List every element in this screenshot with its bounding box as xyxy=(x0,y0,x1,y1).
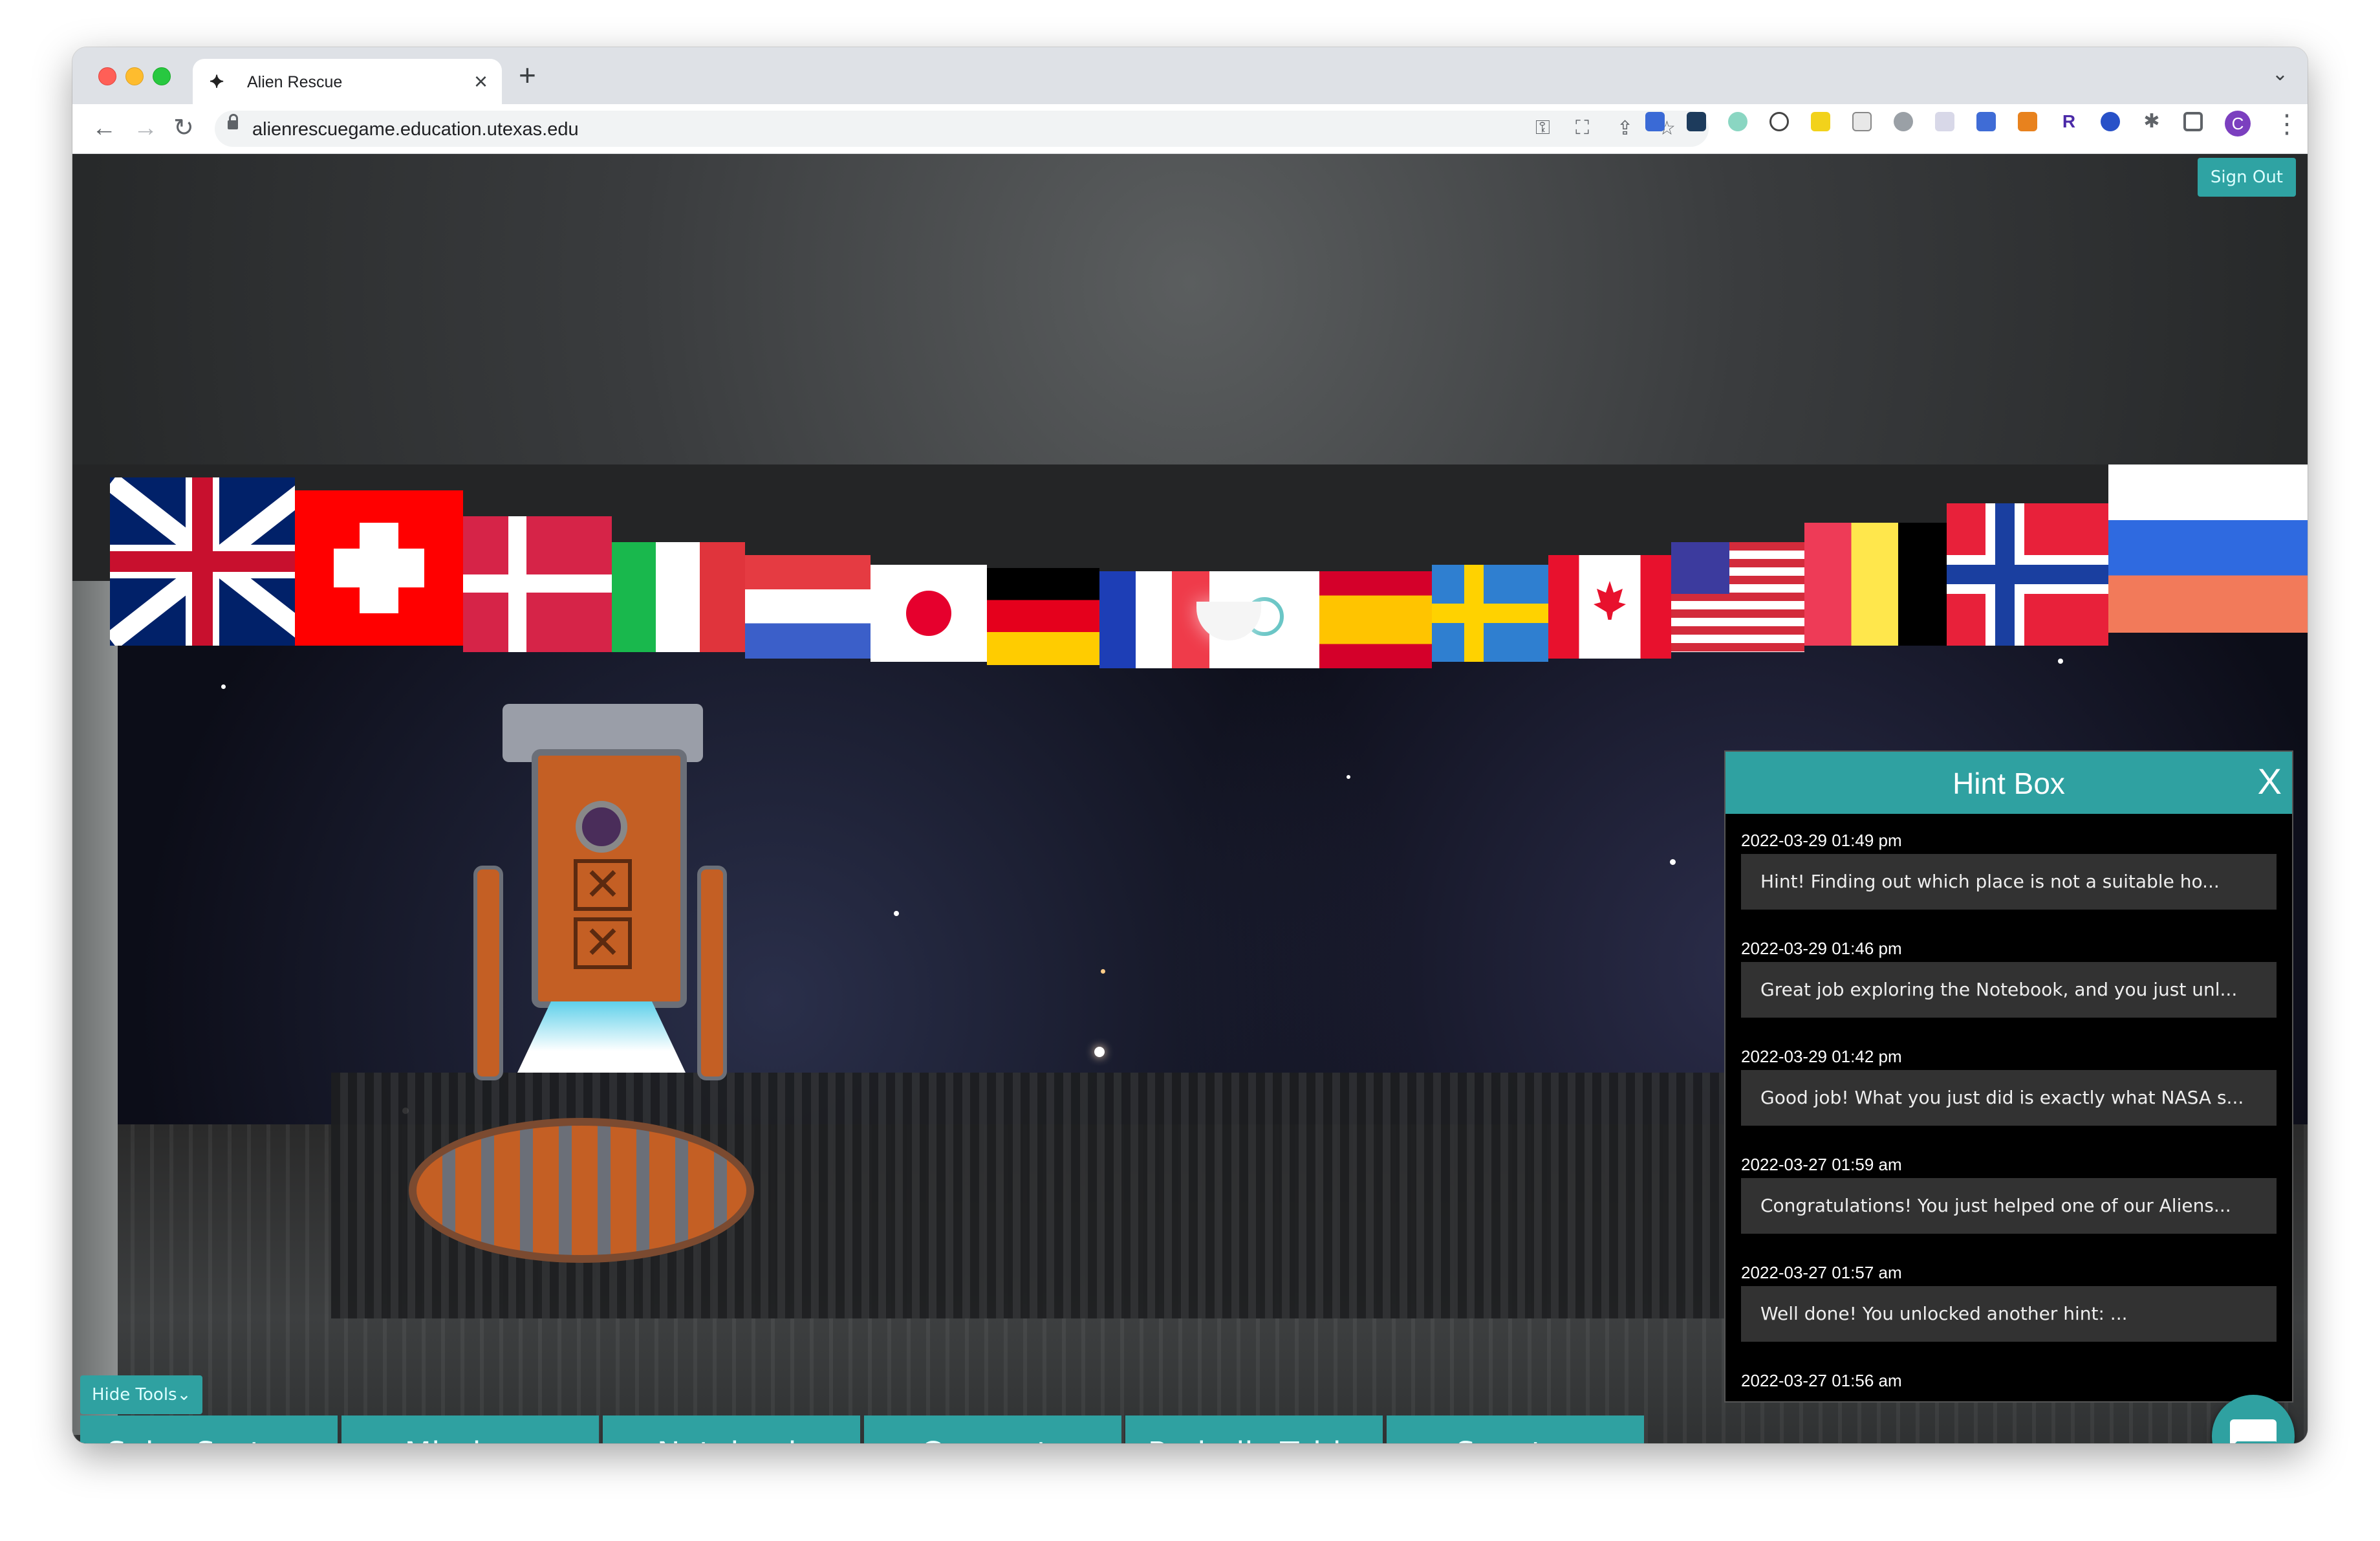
flag-switzerland xyxy=(295,490,463,646)
browser-toolbar: ← → ↻ alienrescuegame.education.utexas.e… xyxy=(72,104,2308,154)
flag-belgium xyxy=(1804,523,1947,646)
tool-spectra-button[interactable]: Spectra xyxy=(1387,1415,1644,1443)
url-text: alienrescuegame.education.utexas.edu xyxy=(252,119,579,140)
lock-icon[interactable] xyxy=(228,114,238,129)
hint-message[interactable]: Hint! Finding out which place is not a s… xyxy=(1741,854,2277,910)
flag-canada xyxy=(1548,555,1671,659)
tool-notebook-button[interactable]: Notebook xyxy=(603,1415,860,1443)
extension-grammar-icon[interactable] xyxy=(1894,112,1913,131)
hint-box-title: Hint Box xyxy=(1953,767,2065,800)
profile-avatar[interactable]: C xyxy=(2225,111,2251,137)
robot-eye xyxy=(576,801,627,853)
sign-out-button[interactable]: Sign Out xyxy=(2197,158,2296,197)
forward-arrow-icon[interactable]: → xyxy=(133,113,158,143)
tool-solar-system-button[interactable]: Solar System xyxy=(80,1415,338,1443)
star xyxy=(1347,775,1350,779)
hint-message[interactable]: Well done! You unlocked another hint: ..… xyxy=(1741,1286,2277,1342)
flag-germany xyxy=(987,568,1099,665)
plus-icon[interactable]: + xyxy=(519,60,536,90)
sidepanel-icon[interactable] xyxy=(2183,112,2203,131)
minimize-window-button[interactable] xyxy=(125,67,144,85)
tool-missions-button[interactable]: Missions xyxy=(341,1415,599,1443)
hint-timestamp: 2022-03-29 01:46 pm xyxy=(1741,939,1902,958)
back-arrow-icon[interactable]: ← xyxy=(92,113,116,143)
hint-item: 2022-03-29 01:46 pm Great job exploring … xyxy=(1726,922,2292,1030)
chevron-down-icon: ⌄ xyxy=(177,1385,191,1404)
extension-doc-icon[interactable] xyxy=(1852,112,1872,131)
star xyxy=(1094,1047,1105,1057)
extension-dark-icon[interactable] xyxy=(1687,112,1706,131)
hint-message[interactable]: Good job! What you just did is exactly w… xyxy=(1741,1070,2277,1126)
flag-norway xyxy=(1947,503,2108,646)
extension-yellow-icon[interactable] xyxy=(1811,112,1830,131)
close-tab-icon[interactable]: × xyxy=(474,68,488,95)
maximize-window-button[interactable] xyxy=(153,67,171,85)
hint-box-header: Hint Box X xyxy=(1726,752,2292,814)
extension-off-icon[interactable] xyxy=(1645,112,1665,131)
envelope-icon xyxy=(2230,1419,2277,1443)
star xyxy=(221,684,226,689)
hint-message[interactable]: Great job exploring the Notebook, and yo… xyxy=(1741,962,2277,1018)
key-icon[interactable]: ⚿ xyxy=(1535,117,1550,139)
flag-russia xyxy=(2108,464,2308,633)
share-icon[interactable]: ⇪ xyxy=(1617,117,1633,140)
close-window-button[interactable] xyxy=(98,67,116,85)
reload-icon[interactable]: ↻ xyxy=(173,113,194,143)
flag-netherlands xyxy=(745,555,871,659)
hint-item: 2022-03-27 01:59 am Congratulations! You… xyxy=(1726,1138,2292,1246)
robot-panel: ✕ xyxy=(574,917,632,969)
hint-item: 2022-03-27 01:56 am xyxy=(1726,1354,2292,1401)
browser-window: ⯌ Alien Rescue × + ⌄ ← → ↻ alienrescuega… xyxy=(72,47,2308,1443)
hint-box-panel: Hint Box X 2022-03-29 01:49 pm Hint! Fin… xyxy=(1724,750,2293,1403)
flag-france xyxy=(1099,571,1209,668)
hide-tools-label: Hide Tools xyxy=(92,1385,177,1404)
star xyxy=(1670,859,1676,865)
hide-tools-toggle[interactable]: Hide Tools⌄ xyxy=(80,1375,203,1414)
metamask-fox-icon[interactable] xyxy=(2018,112,2037,131)
hint-item: 2022-03-29 01:42 pm Good job! What you j… xyxy=(1726,1030,2292,1138)
extension-ring-icon[interactable] xyxy=(1769,112,1789,131)
star xyxy=(1101,969,1105,974)
flag-japan xyxy=(871,565,987,662)
translate-icon[interactable]: ⛶ xyxy=(1575,117,1589,139)
flag-sweden xyxy=(1432,565,1548,662)
flag-united-states xyxy=(1671,542,1804,652)
hint-timestamp: 2022-03-27 01:57 am xyxy=(1741,1263,1902,1282)
extension-mm-icon[interactable] xyxy=(1935,112,1954,131)
tab-alien-rescue[interactable]: ⯌ Alien Rescue × xyxy=(193,59,502,104)
ufo-favicon-icon: ⯌ xyxy=(210,71,225,92)
flag-denmark xyxy=(463,516,612,652)
extension-cap-icon[interactable] xyxy=(1976,112,1996,131)
hint-timestamp: 2022-03-29 01:42 pm xyxy=(1741,1047,1902,1066)
extension-circle-icon[interactable] xyxy=(1728,112,1747,131)
address-bar[interactable]: alienrescuegame.education.utexas.edu ⚿ ⛶… xyxy=(215,111,1709,147)
game-viewport[interactable]: ✕ ✕ Sign Out Hint Box X 2022-03-29 01:49… xyxy=(72,154,2308,1443)
star xyxy=(2058,659,2063,664)
hint-timestamp: 2022-03-29 01:49 pm xyxy=(1741,831,1902,850)
tool-concepts-button[interactable]: Concepts xyxy=(864,1415,1121,1443)
hint-timestamp: 2022-03-27 01:59 am xyxy=(1741,1155,1902,1174)
tab-strip: ⯌ Alien Rescue × + ⌄ xyxy=(72,47,2308,104)
robot-platform xyxy=(409,1118,754,1263)
hint-timestamp: 2022-03-27 01:56 am xyxy=(1741,1371,1902,1390)
extension-r-icon[interactable]: R xyxy=(2059,112,2079,131)
tab-title: Alien Rescue xyxy=(247,73,343,91)
robot-panel: ✕ xyxy=(574,859,632,911)
hint-list[interactable]: 2022-03-29 01:49 pm Hint! Finding out wh… xyxy=(1726,814,2292,1401)
hint-message[interactable]: Congratulations! You just helped one of … xyxy=(1741,1178,2277,1234)
tool-periodic-table-button[interactable]: Periodic Table xyxy=(1125,1415,1383,1443)
hint-box-close-button[interactable]: X xyxy=(2258,762,2282,801)
flag-spain xyxy=(1319,571,1432,668)
robot-left-arm xyxy=(473,866,503,1080)
flag-united-kingdom xyxy=(110,477,295,646)
hint-item: 2022-03-29 01:49 pm Hint! Finding out wh… xyxy=(1726,814,2292,922)
hint-item: 2022-03-27 01:57 am Well done! You unloc… xyxy=(1726,1246,2292,1354)
chevron-down-icon[interactable]: ⌄ xyxy=(2272,63,2288,85)
robot-right-arm xyxy=(697,866,727,1080)
extension-o-icon[interactable] xyxy=(2101,112,2120,131)
more-menu-icon[interactable]: ⋮ xyxy=(2274,109,2300,139)
star xyxy=(894,911,899,916)
puzzle-extensions-icon[interactable]: ✱ xyxy=(2142,112,2161,131)
flag-italy xyxy=(612,542,745,652)
